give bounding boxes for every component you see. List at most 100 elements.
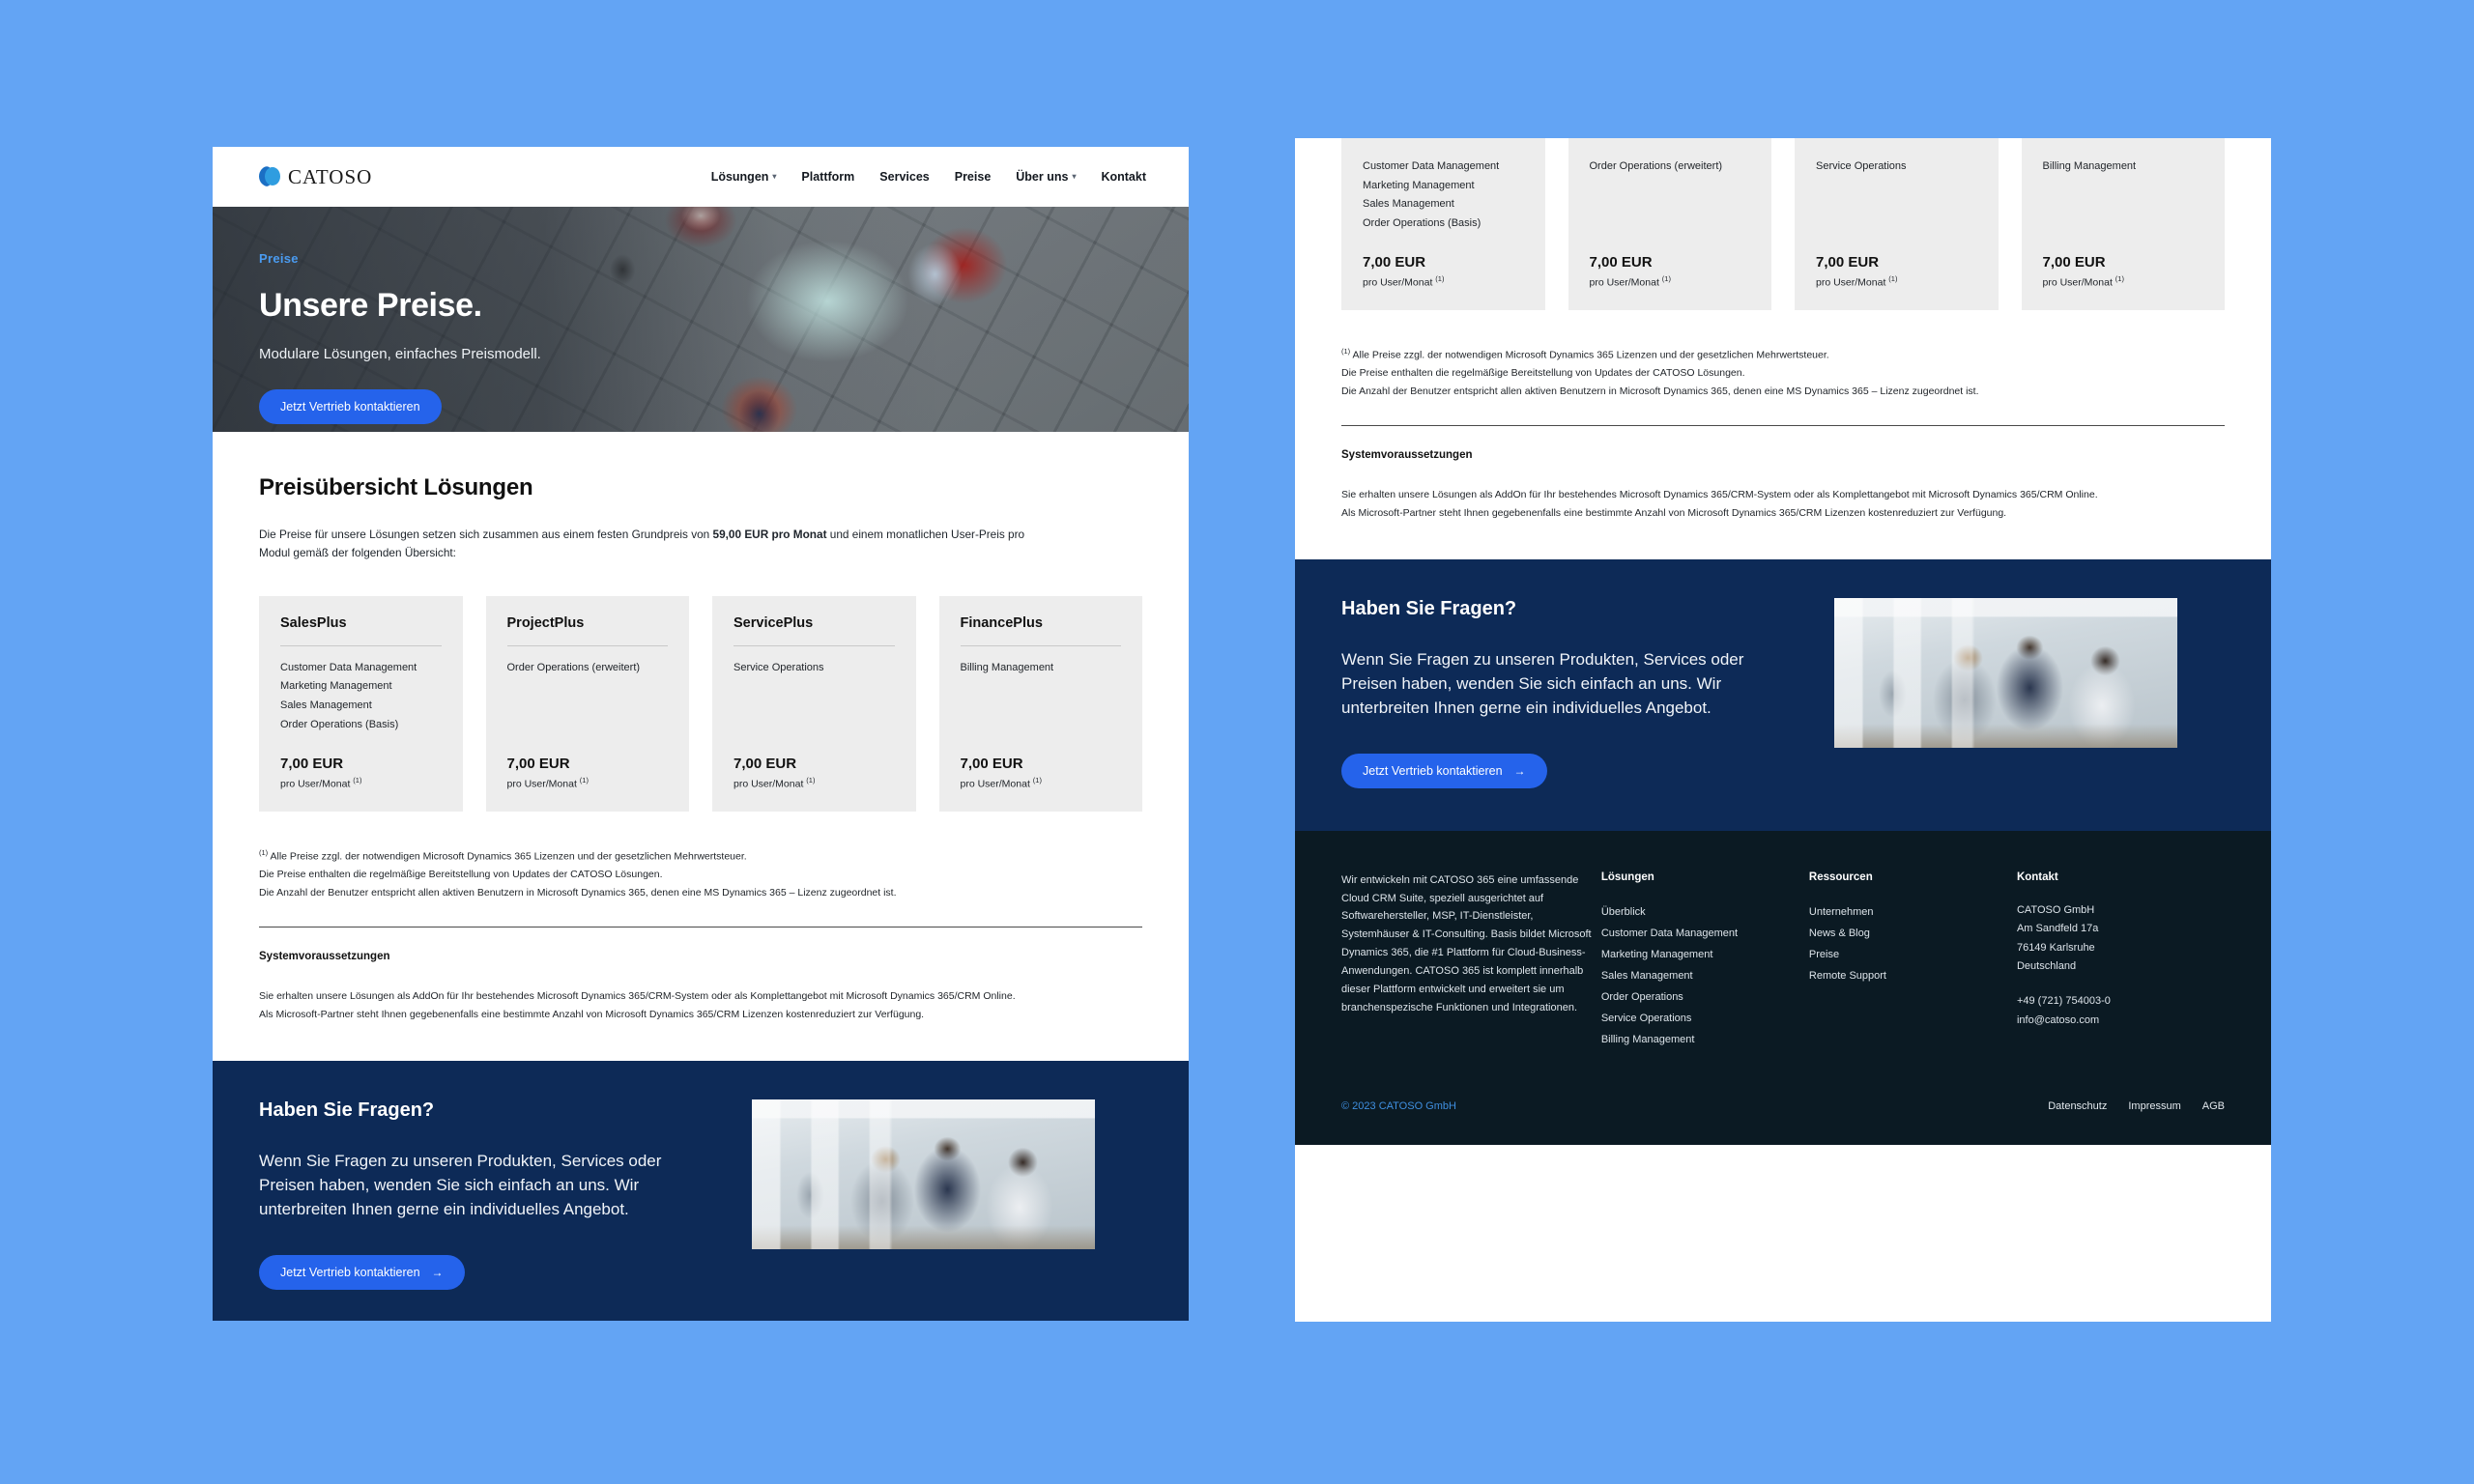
pricing-card[interactable]: Service Operations 7,00 EUR pro User/Mon… xyxy=(1795,138,1999,310)
nav-item-preise[interactable]: Preise xyxy=(955,170,992,184)
section-divider xyxy=(259,927,1142,928)
footer-link[interactable]: Preise xyxy=(1809,944,2017,965)
card-footnote-mark: (1) xyxy=(1032,776,1042,785)
footer-link[interactable]: Überblick xyxy=(1601,901,1809,923)
cta-title: Haben Sie Fragen? xyxy=(259,1099,435,1122)
cta-photo xyxy=(1834,598,2177,749)
footer-bottom-bar: © 2023 CATOSO GmbH Datenschutz Impressum… xyxy=(1341,1100,2225,1145)
footer-link[interactable]: Marketing Management xyxy=(1601,944,1809,965)
card-feature: Order Operations (Basis) xyxy=(280,718,399,730)
footer-link[interactable]: Sales Management xyxy=(1601,965,1809,986)
cta-title: Haben Sie Fragen? xyxy=(1341,598,1517,620)
card-divider xyxy=(960,644,1121,646)
card-price: 7,00 EUR xyxy=(1816,254,1880,271)
legal-links: Datenschutz Impressum AGB xyxy=(2048,1100,2225,1112)
footer-link[interactable]: Remote Support xyxy=(1809,965,2017,986)
contact-phone[interactable]: +49 (721) 754003-0 xyxy=(2017,992,2225,1012)
nav-item-loesungen[interactable]: Lösungen ▾ xyxy=(711,170,777,184)
footer-link[interactable]: News & Blog xyxy=(1809,923,2017,944)
card-footnote-mark: (1) xyxy=(579,776,589,785)
footer-about-text: Wir entwickeln mit CATOSO 365 eine umfas… xyxy=(1341,873,1592,1013)
footer-column-contact: Kontakt CATOSO GmbH Am Sandfeld 17a 7614… xyxy=(2017,871,2225,1050)
card-feature-list: Billing Management xyxy=(2043,157,2204,177)
catoso-logo-icon xyxy=(259,166,280,187)
footnote-text: Alle Preise zzgl. der notwendigen Micros… xyxy=(1350,349,1829,361)
cta-content: Haben Sie Fragen? Wenn Sie Fragen zu uns… xyxy=(1341,598,1796,788)
nav-label: Services xyxy=(879,170,930,184)
pricing-section-continued: SalesPlus Customer Data Management Marke… xyxy=(1295,138,2271,524)
pricing-card[interactable]: SalesPlus Customer Data Management Marke… xyxy=(259,595,463,812)
hero-section: Preise Unsere Preise. Modulare Lösungen,… xyxy=(213,207,1189,432)
footer-link[interactable]: Service Operations xyxy=(1601,1008,1809,1029)
pricing-cards: SalesPlus Customer Data Management Marke… xyxy=(259,595,1142,812)
sysreq-line-2: Als Microsoft-Partner steht Ihnen gegebe… xyxy=(259,1009,925,1021)
pricing-card[interactable]: FinancePlus Billing Management 7,00 EUR … xyxy=(938,595,1142,812)
hero-eyebrow: Preise xyxy=(259,251,299,266)
footer-link[interactable]: Order Operations xyxy=(1601,986,1809,1008)
site-footer: Wir entwickeln mit CATOSO 365 eine umfas… xyxy=(1295,830,2271,1145)
card-footnote-mark: (1) xyxy=(2114,274,2124,284)
cta-body: Wenn Sie Fragen zu unseren Produkten, Se… xyxy=(259,1152,662,1219)
card-feature: Billing Management xyxy=(2042,160,2137,172)
footer-link[interactable]: Customer Data Management xyxy=(1601,923,1809,944)
legal-link-datenschutz[interactable]: Datenschutz xyxy=(2048,1100,2107,1112)
card-footnote-mark: (1) xyxy=(806,776,816,785)
nav-label: Über uns xyxy=(1016,170,1069,184)
card-title: SalesPlus xyxy=(280,614,347,631)
chevron-down-icon: ▾ xyxy=(772,172,777,181)
nav-label: Lösungen xyxy=(710,170,769,184)
page-panel-bottom: SalesPlus Customer Data Management Marke… xyxy=(1295,138,2271,1322)
card-feature-list: Customer Data Management Marketing Manag… xyxy=(280,659,442,734)
contact-email[interactable]: info@catoso.com xyxy=(2017,1012,2225,1031)
brand-logo[interactable]: CATOSO xyxy=(259,165,372,189)
nav-item-ueber-uns[interactable]: Über uns ▾ xyxy=(1016,170,1076,184)
main-navigation: Lösungen ▾ Plattform Services Preise Übe… xyxy=(711,170,1146,184)
hero-content: Preise Unsere Preise. Modulare Lösungen,… xyxy=(259,251,541,424)
footer-heading-solutions: Lösungen xyxy=(1600,870,1654,883)
card-price-unit: pro User/Monat (1) xyxy=(1363,274,1524,289)
card-price: 7,00 EUR xyxy=(506,756,570,773)
arrow-right-icon: → xyxy=(1513,763,1526,778)
cta-contact-sales-button[interactable]: Jetzt Vertrieb kontaktieren → xyxy=(1341,753,1547,788)
card-feature: Order Operations (erweitert) xyxy=(506,661,641,673)
card-price: 7,00 EUR xyxy=(280,756,344,773)
card-per-text: pro User/Monat xyxy=(1589,276,1659,289)
pricing-card[interactable]: Order Operations (erweitert) 7,00 EUR pr… xyxy=(1568,138,1771,310)
cta-contact-sales-button[interactable]: Jetzt Vertrieb kontaktieren → xyxy=(259,1254,465,1290)
footnote-line-1: (1) Alle Preise zzgl. der notwendigen Mi… xyxy=(1341,345,2225,364)
footer-heading-contact: Kontakt xyxy=(2016,870,2058,883)
footnote-text: Alle Preise zzgl. der notwendigen Micros… xyxy=(268,850,747,863)
nav-item-services[interactable]: Services xyxy=(879,170,929,184)
card-feature: Customer Data Management xyxy=(280,661,417,673)
card-price-unit: pro User/Monat (1) xyxy=(1590,274,1751,289)
card-feature: Marketing Management xyxy=(1363,179,1475,191)
pricing-card[interactable]: SalesPlus Customer Data Management Marke… xyxy=(1341,138,1545,310)
nav-item-kontakt[interactable]: Kontakt xyxy=(1101,170,1146,184)
hero-contact-sales-button[interactable]: Jetzt Vertrieb kontaktieren xyxy=(259,389,442,424)
legal-link-agb[interactable]: AGB xyxy=(2202,1100,2225,1112)
cta-content: Haben Sie Fragen? Wenn Sie Fragen zu uns… xyxy=(259,1099,713,1290)
card-footnote-mark: (1) xyxy=(353,776,362,785)
footer-link[interactable]: Unternehmen xyxy=(1809,901,2017,923)
hero-subtitle: Modulare Lösungen, einfaches Preismodell… xyxy=(259,346,541,362)
footer-link-list-solutions: Überblick Customer Data Management Marke… xyxy=(1601,901,1809,1050)
nav-item-plattform[interactable]: Plattform xyxy=(801,170,854,184)
sysreq-line-1: Sie erhalten unsere Lösungen als AddOn f… xyxy=(259,990,1016,1003)
pricing-card[interactable]: ProjectPlus Order Operations (erweitert)… xyxy=(485,595,689,812)
system-requirements-title: Systemvoraussetzungen xyxy=(259,951,390,963)
legal-link-impressum[interactable]: Impressum xyxy=(2128,1100,2180,1112)
card-price-unit: pro User/Monat (1) xyxy=(2043,274,2204,289)
cta-photo xyxy=(752,1099,1095,1250)
contact-company: CATOSO GmbH xyxy=(2016,903,2095,916)
footer-link[interactable]: Billing Management xyxy=(1601,1029,1809,1050)
page-title: Preisübersicht Lösungen xyxy=(259,474,533,500)
card-title: ServicePlus xyxy=(734,614,814,631)
sysreq-line-1: Sie erhalten unsere Lösungen als AddOn f… xyxy=(1341,489,2098,501)
card-price: 7,00 EUR xyxy=(734,756,797,773)
card-per-text: pro User/Monat xyxy=(1816,276,1886,289)
hero-title: Unsere Preise. xyxy=(259,287,482,324)
footer-link-list-resources: Unternehmen News & Blog Preise Remote Su… xyxy=(1809,901,2017,986)
card-feature-list: Customer Data Management Marketing Manag… xyxy=(1363,157,1524,233)
pricing-card[interactable]: Billing Management 7,00 EUR pro User/Mon… xyxy=(2021,138,2225,310)
pricing-card[interactable]: ServicePlus Service Operations 7,00 EUR … xyxy=(712,595,916,812)
